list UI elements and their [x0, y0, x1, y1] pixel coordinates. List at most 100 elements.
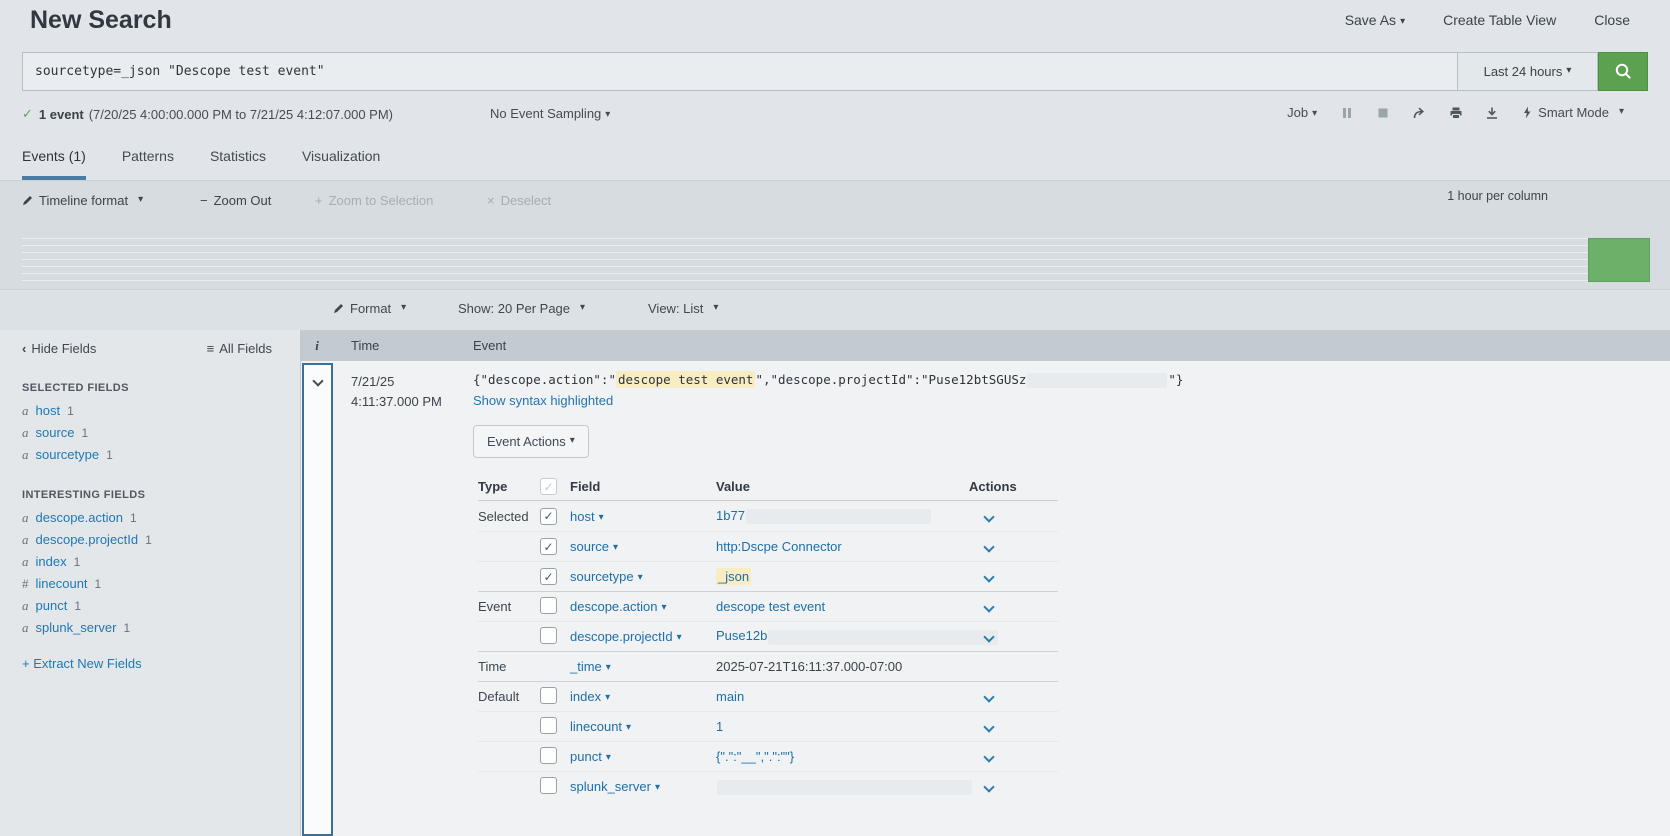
- value-actions-chevron-icon[interactable]: [983, 571, 995, 583]
- timeline-format-dropdown[interactable]: Timeline format ▾: [22, 193, 143, 208]
- redacted-value: [1027, 373, 1168, 388]
- chevron-down-icon[interactable]: [311, 375, 324, 387]
- value-link[interactable]: descope test event: [716, 599, 825, 614]
- value-link[interactable]: Puse12b: [716, 628, 767, 643]
- field-checkbox[interactable]: ✓: [540, 568, 557, 585]
- sidebar-field-host: a host 1: [22, 403, 74, 418]
- field-link[interactable]: descope.action: [36, 510, 123, 525]
- field-checkbox[interactable]: [540, 686, 557, 704]
- value-actions-chevron-icon[interactable]: [983, 601, 995, 613]
- value-actions-chevron-icon[interactable]: [983, 781, 995, 793]
- value-actions-chevron-icon[interactable]: [983, 751, 995, 763]
- field-checkbox[interactable]: [540, 716, 557, 734]
- hide-fields-button[interactable]: ‹ Hide Fields: [22, 341, 96, 356]
- field-row-descope-action: Event descope.action ▾ descope test event: [478, 591, 1058, 621]
- chevron-down-icon: ▾: [598, 511, 604, 523]
- value-link[interactable]: _json: [716, 568, 752, 585]
- field-link[interactable]: descope.action ▾: [570, 599, 666, 614]
- field-link[interactable]: linecount ▾: [570, 719, 631, 734]
- field-link[interactable]: splunk_server ▾: [570, 779, 660, 794]
- field-link[interactable]: linecount: [36, 576, 88, 591]
- field-checkbox[interactable]: ✓: [540, 507, 557, 525]
- chevron-down-icon: ▾: [637, 572, 643, 583]
- export-icon[interactable]: [1486, 107, 1498, 119]
- tab-events[interactable]: Events (1): [22, 148, 86, 180]
- tab-patterns[interactable]: Patterns: [122, 148, 174, 180]
- value-link[interactable]: {".":"__",".":""}: [716, 749, 794, 764]
- event-sampling-dropdown[interactable]: No Event Sampling ▾: [490, 106, 610, 121]
- field-link[interactable]: source ▾: [570, 539, 618, 554]
- chevron-down-icon: ▾: [605, 752, 611, 763]
- field-link[interactable]: index ▾: [570, 689, 610, 704]
- timeline-bar[interactable]: [1588, 238, 1650, 282]
- events-area: ‹ Hide Fields ≡ All Fields SELECTED FIELDS…: [0, 330, 1670, 836]
- field-link[interactable]: descope.projectId: [36, 532, 139, 547]
- view-dropdown[interactable]: View: List ▾: [648, 301, 718, 316]
- value-link[interactable]: main: [716, 689, 744, 704]
- field-link[interactable]: splunk_server: [36, 620, 117, 635]
- field-link[interactable]: punct ▾: [570, 749, 611, 764]
- stop-icon[interactable]: [1377, 107, 1389, 119]
- field-link[interactable]: sourcetype: [36, 447, 100, 462]
- minus-icon: −: [200, 193, 208, 208]
- time-range-picker[interactable]: Last 24 hours ▾: [1458, 52, 1598, 91]
- field-checkbox[interactable]: ✓: [540, 538, 557, 555]
- field-link[interactable]: _time ▾: [570, 659, 611, 674]
- extract-new-fields-link[interactable]: + Extract New Fields: [22, 656, 142, 671]
- search-button[interactable]: [1598, 52, 1648, 91]
- zoom-to-selection-button[interactable]: + Zoom to Selection: [315, 193, 433, 208]
- chevron-down-icon: ▾: [1566, 65, 1572, 76]
- share-icon[interactable]: [1413, 107, 1426, 119]
- time-window: (7/20/25 4:00:00.000 PM to 7/21/25 4:12:…: [88, 106, 393, 122]
- tab-statistics[interactable]: Statistics: [210, 148, 266, 180]
- tab-visualization[interactable]: Visualization: [302, 148, 380, 180]
- field-link[interactable]: source: [36, 425, 75, 440]
- format-dropdown[interactable]: Format ▾: [333, 301, 406, 316]
- redacted-value: [717, 779, 972, 795]
- field-checkbox[interactable]: [540, 776, 557, 794]
- search-input[interactable]: [22, 52, 1458, 91]
- field-checkbox[interactable]: [540, 596, 557, 614]
- field-link[interactable]: descope.projectId ▾: [570, 629, 682, 644]
- timeline-scale-label: 1 hour per column: [1447, 189, 1548, 203]
- chevron-down-icon: ▾: [1400, 16, 1406, 27]
- create-table-view-button[interactable]: Create Table View: [1443, 12, 1556, 28]
- field-link[interactable]: sourcetype ▾: [570, 569, 643, 584]
- close-button[interactable]: Close: [1594, 12, 1630, 28]
- field-checkbox[interactable]: [540, 746, 557, 764]
- search-mode-dropdown[interactable]: Smart Mode ▾: [1522, 105, 1624, 120]
- field-link[interactable]: index: [36, 554, 67, 569]
- all-fields-button[interactable]: ≡ All Fields: [207, 341, 272, 356]
- value-link[interactable]: 1: [716, 719, 723, 734]
- sidebar-field-descope-projectid: a descope.projectId 1: [22, 532, 152, 547]
- show-syntax-link[interactable]: Show syntax highlighted: [473, 393, 613, 408]
- value-actions-chevron-icon[interactable]: [983, 510, 995, 523]
- top-bar: New Search Save As ▾ Create Table View Cl…: [0, 0, 1670, 46]
- print-icon[interactable]: [1450, 107, 1462, 119]
- job-dropdown[interactable]: Job ▾: [1287, 105, 1317, 120]
- zoom-out-button[interactable]: − Zoom Out: [200, 193, 271, 208]
- field-checkbox[interactable]: [540, 626, 557, 644]
- result-count: 1 event: [38, 106, 84, 122]
- list-icon: ≡: [206, 341, 215, 356]
- field-link[interactable]: host ▾: [570, 509, 604, 524]
- field-link[interactable]: punct: [36, 598, 68, 613]
- sidebar-field-linecount: # linecount 1: [22, 576, 102, 591]
- value-actions-chevron-icon[interactable]: [983, 541, 995, 553]
- per-page-dropdown[interactable]: Show: 20 Per Page ▾: [458, 301, 585, 316]
- event-actions-button[interactable]: Event Actions ▾: [473, 425, 589, 458]
- x-icon: ×: [487, 193, 495, 208]
- field-row-descope-projectid: descope.projectId ▾ Puse12b: [478, 621, 1058, 651]
- field-link[interactable]: host: [36, 403, 61, 418]
- pause-icon[interactable]: [1341, 107, 1353, 119]
- save-as-button[interactable]: Save As ▾: [1345, 12, 1405, 28]
- field-row-punct: punct ▾ {".":"__",".":""}: [478, 741, 1058, 771]
- expand-event-cell[interactable]: [302, 363, 333, 836]
- value-actions-chevron-icon[interactable]: [983, 691, 995, 703]
- value-actions-chevron-icon[interactable]: [983, 721, 995, 733]
- deselect-button[interactable]: × Deselect: [487, 193, 551, 208]
- value-link[interactable]: 1b77: [716, 508, 745, 523]
- chevron-down-icon: ▾: [613, 542, 619, 553]
- value-link[interactable]: http:Dscpe Connector: [716, 539, 842, 554]
- value-actions-chevron-icon[interactable]: [983, 631, 995, 643]
